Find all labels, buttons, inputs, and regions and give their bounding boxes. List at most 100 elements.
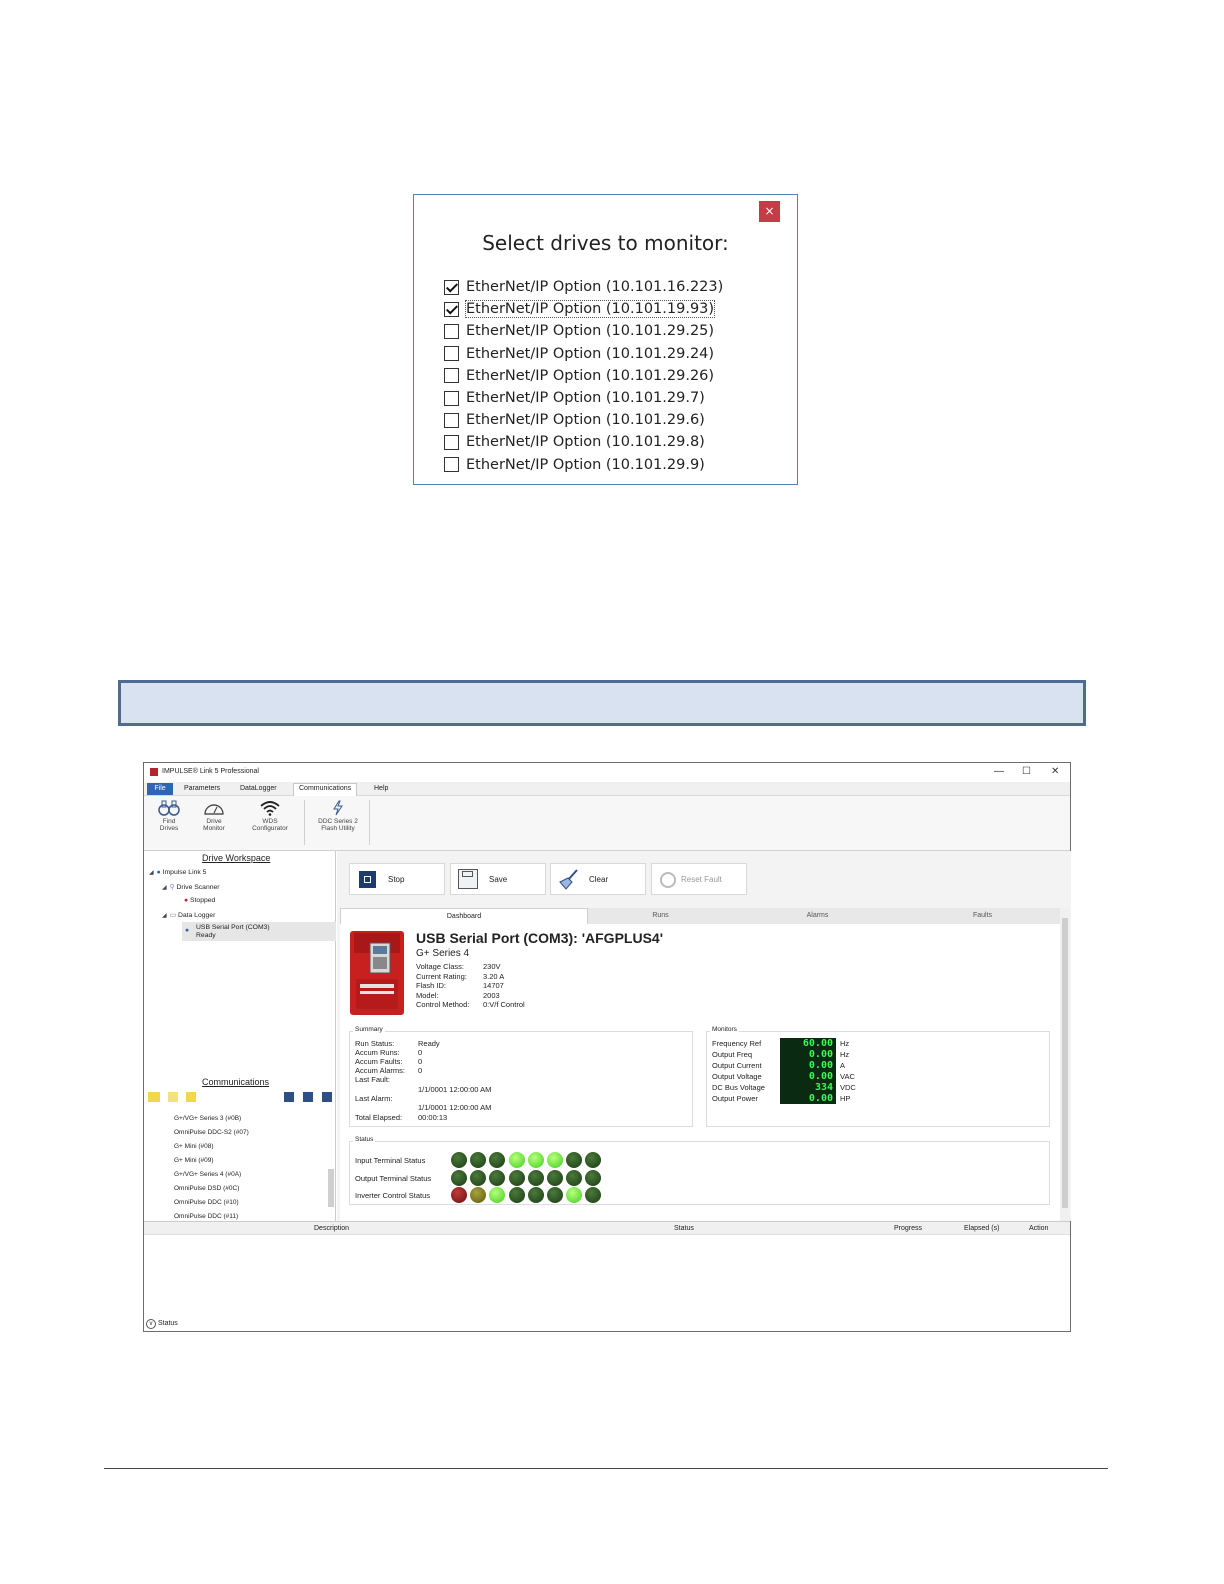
status-led <box>527 1152 544 1168</box>
status-label: Output Terminal Status <box>355 1173 432 1183</box>
drive-option-4[interactable]: EtherNet/IP Option (10.101.29.26) <box>444 365 723 387</box>
minimize-button[interactable]: — <box>994 766 1004 777</box>
page-footer-rule <box>104 1468 1108 1469</box>
delete-device-icon[interactable] <box>322 1092 332 1102</box>
lightning-icon <box>333 800 343 816</box>
monitor-unit: VAC <box>840 1072 855 1081</box>
tab-dashboard[interactable]: Dashboard <box>340 908 588 924</box>
status-toggle[interactable]: v Status <box>146 1319 178 1329</box>
add-folder-icon[interactable] <box>148 1092 160 1102</box>
monitor-unit: Hz <box>840 1039 850 1048</box>
drive-option-0[interactable]: EtherNet/IP Option (10.101.16.223) <box>444 276 723 298</box>
spec-label: Control Method: <box>416 1000 470 1009</box>
status-led <box>489 1152 506 1168</box>
total-elapsed-label: Total Elapsed: <box>355 1113 403 1122</box>
col-action[interactable]: Action <box>1029 1225 1048 1232</box>
drive-option-label: EtherNet/IP Option (10.101.29.24) <box>466 345 715 362</box>
add-device-icon[interactable] <box>284 1092 294 1102</box>
drive-option-1[interactable]: EtherNet/IP Option (10.101.19.93) <box>444 298 723 320</box>
drive-option-3[interactable]: EtherNet/IP Option (10.101.29.24) <box>444 343 723 365</box>
drive-checkbox[interactable] <box>444 301 459 317</box>
drive-checkbox[interactable] <box>444 279 459 295</box>
communications-scrollbar[interactable] <box>328 1169 334 1207</box>
menu-help[interactable]: Help <box>374 784 388 793</box>
drive-option-6[interactable]: EtherNet/IP Option (10.101.29.6) <box>444 409 723 431</box>
spec-label: Current Rating: <box>416 971 467 981</box>
edit-device-icon[interactable] <box>303 1092 313 1102</box>
monitors-group: Monitors 60.00 0.00 0.00 0.00 334 0.00 Freque… <box>706 1026 1050 1127</box>
find-drives-button[interactable]: Find Drives <box>154 800 184 832</box>
tree-usb-port[interactable]: ● USB Serial Port (COM3) Ready <box>182 922 336 941</box>
tab-faults[interactable]: Faults <box>905 908 1060 924</box>
remove-folder-icon[interactable] <box>186 1092 196 1102</box>
comm-device-item[interactable]: OmniPulse DDC (#11) <box>174 1213 238 1220</box>
drive-checkbox[interactable] <box>444 390 459 406</box>
monitor-label: DC Bus Voltage <box>712 1083 765 1092</box>
monitor-value: 334 <box>814 1082 833 1093</box>
status-led <box>451 1169 467 1186</box>
drive-option-label: EtherNet/IP Option (10.101.29.8) <box>466 434 705 451</box>
comm-device-item[interactable]: OmniPulse DDC (#10) <box>174 1199 239 1206</box>
chevron-down-icon: v <box>146 1319 156 1329</box>
drive-checkbox[interactable] <box>444 457 459 473</box>
task-list-header: Description Status Progress Elapsed (s) … <box>144 1221 1070 1235</box>
drive-option-label: EtherNet/IP Option (10.101.16.223) <box>466 279 724 296</box>
menu-datalogger[interactable]: DataLogger <box>240 784 277 793</box>
tab-runs[interactable]: Runs <box>588 908 733 924</box>
tree-impulse-link[interactable]: ◢ ● Impulse Link 5 <box>149 869 206 876</box>
tab-alarms[interactable]: Alarms <box>740 908 895 924</box>
comm-device-item[interactable]: G+ Mini (#09) <box>174 1157 214 1164</box>
status-led <box>585 1152 602 1168</box>
stop-button[interactable]: Stop <box>349 863 445 895</box>
close-window-button[interactable]: ✕ <box>1051 766 1059 777</box>
comm-device-item[interactable]: OmniPulse DDC-S2 (#07) <box>174 1129 249 1136</box>
clear-button[interactable]: Clear <box>550 863 646 895</box>
monitor-unit: HP <box>840 1094 851 1103</box>
menu-parameters[interactable]: Parameters <box>184 784 220 793</box>
accum-alarms-value: 0 <box>418 1066 423 1075</box>
accum-faults-label: Accum Faults: <box>355 1057 403 1066</box>
col-elapsed[interactable]: Elapsed (s) <box>964 1225 999 1232</box>
spec-label: Flash ID: <box>416 981 447 990</box>
drive-checkbox[interactable] <box>444 368 459 384</box>
communications-title: Communications <box>202 1077 270 1087</box>
drive-monitor-button[interactable]: Drive Monitor <box>198 800 230 832</box>
drive-checkbox[interactable] <box>444 412 459 428</box>
comm-device-item[interactable]: OmniPulse DSD (#0C) <box>174 1185 239 1192</box>
communications-toolbar <box>146 1092 334 1104</box>
comm-device-item[interactable]: G+ Mini (#08) <box>174 1143 214 1150</box>
drive-option-8[interactable]: EtherNet/IP Option (10.101.29.9) <box>444 454 723 476</box>
wifi-icon <box>260 801 280 816</box>
col-description[interactable]: Description <box>314 1225 349 1232</box>
reset-fault-button[interactable]: Reset Fault <box>651 863 747 895</box>
drive-option-2[interactable]: EtherNet/IP Option (10.101.29.25) <box>444 320 723 342</box>
ddc-flash-utility-button[interactable]: DDC Series 2 Flash Utility <box>312 800 364 832</box>
close-icon[interactable]: × <box>759 201 780 222</box>
menu-file[interactable]: File <box>147 783 173 795</box>
tree-drive-scanner[interactable]: ◢ ⚲ Drive Scanner <box>162 883 220 891</box>
tree-data-logger[interactable]: ◢ ▭ Data Logger <box>162 911 215 919</box>
drive-name: USB Serial Port (COM3): 'AFGPLUS4' <box>416 930 664 946</box>
comm-device-item[interactable]: G+/VG+ Series 4 (#0A) <box>174 1171 241 1178</box>
monitor-value: 0.00 <box>808 1060 833 1071</box>
wds-configurator-button[interactable]: WDS Configurator <box>245 800 295 832</box>
dialog-title: Select drives to monitor: <box>482 231 729 255</box>
folder-icon[interactable] <box>168 1092 178 1102</box>
monitor-label: Output Voltage <box>712 1072 762 1081</box>
save-button[interactable]: Save <box>450 863 546 895</box>
comm-device-item[interactable]: G+/VG+ Series 3 (#0B) <box>174 1115 241 1122</box>
tree-stopped[interactable]: ● Stopped <box>184 897 215 904</box>
drive-option-7[interactable]: EtherNet/IP Option (10.101.29.8) <box>444 431 723 453</box>
drive-checkbox[interactable] <box>444 323 459 339</box>
col-status[interactable]: Status <box>674 1225 694 1232</box>
drive-option-5[interactable]: EtherNet/IP Option (10.101.29.7) <box>444 387 723 409</box>
summary-title: Summary <box>353 1026 385 1033</box>
status-led <box>451 1187 467 1203</box>
dashboard-scrollbar[interactable] <box>1060 908 1070 1221</box>
maximize-button[interactable]: ☐ <box>1022 766 1031 777</box>
spec-value: 3.20 A <box>483 971 505 981</box>
col-progress[interactable]: Progress <box>894 1225 922 1232</box>
drive-checkbox[interactable] <box>444 434 459 450</box>
menu-communications[interactable]: Communications <box>293 783 358 796</box>
drive-checkbox[interactable] <box>444 346 459 362</box>
